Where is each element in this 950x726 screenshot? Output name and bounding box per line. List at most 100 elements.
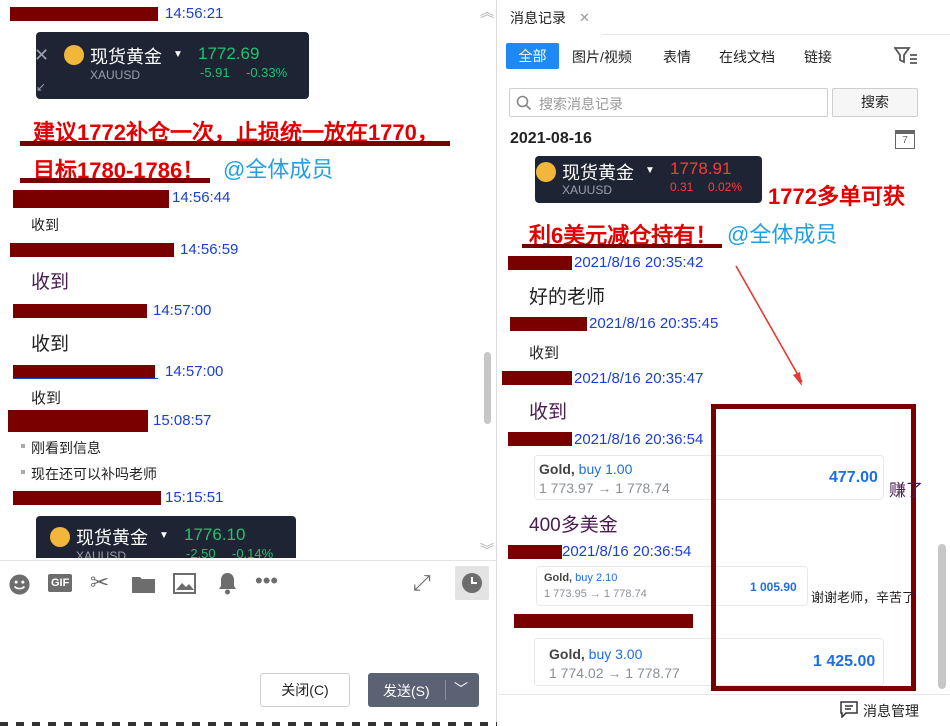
message-time: 14:56:44 [172,189,231,206]
send-divider [445,680,446,700]
trade-side: buy 3.00 [588,646,643,662]
chevron-down-icon[interactable]: ﹀ [454,679,468,699]
close-tab-icon[interactable]: ✕ [579,10,590,26]
annotation-arrow [735,265,803,386]
message-text: 好的老师 [529,287,606,308]
trade-range: 1 773.95 → 1 778.74 [544,588,647,600]
quote-change: 0.31 [670,180,694,194]
dropdown-icon[interactable]: ▼ [159,530,169,541]
search-field[interactable]: 搜索消息记录 [509,88,828,117]
red-underline [522,244,722,248]
mention-all[interactable]: @全体成员 [727,217,837,249]
trade-asset: Gold, buy 3.00 [549,646,642,662]
redacted-sender [508,432,572,446]
redacted-sender [10,7,158,21]
message-manage-button[interactable]: 消息管理 [863,701,919,721]
tab-links[interactable]: 链接 [804,47,832,67]
trade-side: buy 1.00 [578,461,633,477]
message-text: 收到 [31,334,70,355]
fullscreen-icon[interactable]: ⤢ [413,570,431,596]
tab-all[interactable]: 全部 [506,43,559,69]
bottom-strip [0,722,497,726]
quote-name: 现货黄金 [562,163,634,183]
gold-quote-card[interactable]: 现货黄金 ▼ 1776.10 XAUUSD -2.50 -0.14% [36,516,296,558]
scissors-icon[interactable]: ✂ [90,569,109,596]
note-text: 谢谢老师，辛苦了 [811,590,916,605]
message-time: 15:08:57 [153,412,212,429]
redacted-sender [510,317,587,331]
manage-icon [840,701,858,718]
bell-icon[interactable] [218,572,237,595]
trade-asset-name: Gold, [539,461,575,477]
bullet [21,444,25,448]
gold-coin-icon [50,527,70,547]
message-time: 14:56:59 [180,241,239,258]
dropdown-icon[interactable]: ▼ [645,165,655,176]
redacted-sender [13,304,147,318]
footer-divider [498,694,950,695]
message-text: 现在还可以补吗老师 [31,466,157,482]
emoji-icon[interactable] [8,573,31,596]
message-time: 2021/8/16 20:36:54 [574,431,704,448]
trade-asset-name: Gold, [549,646,585,662]
shrink-icon[interactable]: ↙ [36,80,46,94]
message-text: 400多美金 [529,515,618,536]
mention-all[interactable]: @全体成员 [223,152,333,184]
tab-docs[interactable]: 在线文档 [719,47,775,67]
tab-stickers[interactable]: 表情 [663,47,691,67]
date-header: 2021-08-16 [510,130,592,147]
quote-price: 1778.91 [670,159,732,178]
quote-change-pct: -0.33% [246,65,288,80]
send-button[interactable]: 发送(S) ﹀ [368,673,479,707]
note-text: 赚了 [889,481,923,500]
gold-coin-icon [536,162,556,182]
redacted-sender [13,365,155,379]
history-button[interactable] [455,566,489,600]
quote-symbol: XAUUSD [562,183,613,197]
quote-change: -5.91 [200,65,230,80]
trade-asset: Gold, buy 1.00 [539,461,632,477]
message-text: 收到 [529,402,568,423]
tab-bar-line [602,34,950,35]
redacted-sender [502,371,572,385]
message-text: 收到 [31,272,70,293]
close-icon[interactable]: ✕ [34,45,49,66]
message-time: 2021/8/16 20:35:47 [574,370,704,387]
quote-symbol: XAUUSD [90,68,141,82]
redacted-sender [10,243,174,257]
close-button[interactable]: 关闭(C) [260,673,350,707]
tab-media[interactable]: 图片/视频 [572,47,632,67]
calendar-icon[interactable]: 7 [895,130,915,149]
chat-scrollbar[interactable] [484,352,491,424]
message-time: 2021/8/16 20:36:54 [562,543,692,560]
gold-coin-icon [64,45,84,65]
more-icon[interactable]: ••• [255,568,278,594]
image-icon[interactable] [173,573,196,594]
history-scrollbar[interactable] [938,544,946,689]
chat-pane [0,0,497,726]
message-time: 15:15:51 [165,489,224,506]
message-text: 收到 [31,390,62,407]
message-text: 收到 [31,217,59,233]
gif-icon[interactable]: GIF [48,574,73,592]
expand-icon[interactable]: ︾ [480,540,494,560]
message-time: 2021/8/16 20:35:42 [574,254,704,271]
gold-quote-card[interactable]: 现货黄金 ▼ 1772.69 XAUUSD -5.91 -0.33% ✕ ↙ [34,32,309,99]
gold-quote-card[interactable]: 现货黄金 ▼ 1778.91 XAUUSD 0.31 0.02% [535,156,762,203]
search-button[interactable]: 搜索 [832,88,918,117]
dropdown-icon[interactable]: ▼ [173,49,183,60]
clock-icon [462,573,482,593]
send-label: 发送(S) [383,683,430,699]
chip-clip: 现货黄金 ▼ 1776.10 XAUUSD -2.50 -0.14% [36,516,296,558]
redacted-sender [13,190,169,208]
search-placeholder: 搜索消息记录 [539,96,623,112]
filter-icon[interactable] [894,46,918,66]
folder-icon[interactable] [131,574,156,594]
collapse-icon[interactable]: ︽ [480,2,494,22]
search-icon [516,95,532,111]
history-tab[interactable]: 消息记录 ✕ [498,0,602,36]
quote-name: 现货黄金 [76,528,148,548]
message-time: 14:57:00 [165,363,224,380]
message-time: 14:57:00 [153,302,212,319]
red-underline [20,141,450,146]
